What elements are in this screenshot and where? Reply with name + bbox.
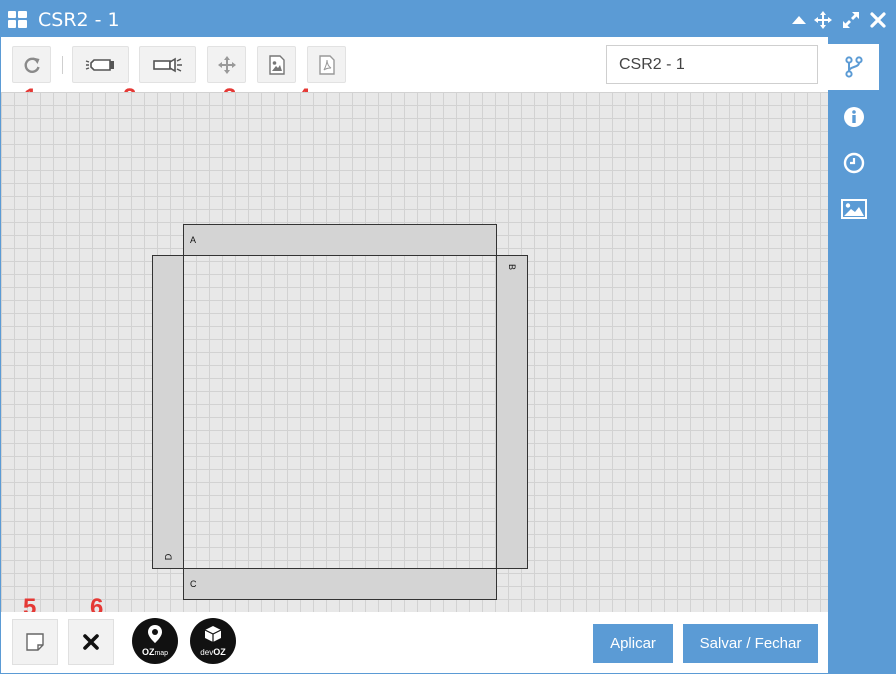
- side-c-label: C: [190, 579, 197, 589]
- close-icon[interactable]: [868, 10, 888, 30]
- picture-icon: [840, 199, 867, 219]
- main-content: 1 2 3 4 A B C D 5 6: [1, 37, 828, 673]
- close-icon: [83, 634, 99, 650]
- side-a-label: A: [190, 235, 197, 245]
- export-pdf-button[interactable]: [307, 46, 346, 83]
- window: CSR2 - 1 CSR2 - 1 A B C D 5 6 OZmap devO…: [0, 0, 896, 674]
- history-clock-icon: [843, 152, 864, 174]
- flashlight-off-icon: [152, 57, 182, 72]
- image-export-icon: [268, 54, 285, 75]
- center-view-button[interactable]: [207, 46, 246, 83]
- side-b-label: B: [507, 263, 518, 271]
- lamp-off-button[interactable]: [139, 46, 196, 83]
- window-title: CSR2 - 1: [38, 9, 120, 31]
- drawing-canvas[interactable]: A B C D: [1, 92, 828, 612]
- move-icon[interactable]: [813, 10, 833, 30]
- map-pin-icon: [148, 625, 162, 643]
- title-bar: CSR2 - 1: [0, 0, 896, 40]
- info-icon: [843, 107, 864, 127]
- export-image-button[interactable]: [257, 46, 296, 83]
- save-close-button[interactable]: Salvar / Fechar: [683, 624, 818, 663]
- side-d-label: D: [163, 553, 174, 561]
- ozmap-logo-text: OZmap: [141, 647, 169, 657]
- ozmap-logo[interactable]: OZmap: [132, 618, 178, 664]
- crosshair-move-icon: [217, 55, 236, 74]
- footer: OZmap devOZ Aplicar Salvar / Fechar: [1, 612, 828, 673]
- devoz-logo[interactable]: devOZ: [190, 618, 236, 664]
- side-a-bar[interactable]: A: [183, 224, 497, 256]
- apply-button[interactable]: Aplicar: [593, 624, 673, 663]
- note-button[interactable]: [12, 619, 58, 665]
- refresh-button[interactable]: [12, 46, 51, 83]
- sticky-note-icon: [26, 633, 44, 651]
- name-field[interactable]: [606, 45, 818, 84]
- delete-button[interactable]: [68, 619, 114, 665]
- lamp-on-button[interactable]: [72, 46, 129, 83]
- side-b-bar[interactable]: B: [496, 255, 528, 569]
- devoz-logo-text: devOZ: [200, 647, 226, 657]
- side-panel: [828, 37, 896, 674]
- maximize-icon[interactable]: [841, 10, 861, 30]
- tab-connections[interactable]: [828, 44, 879, 90]
- side-d-bar[interactable]: D: [152, 255, 184, 569]
- flashlight-on-icon: [85, 58, 114, 71]
- refresh-icon: [24, 57, 40, 73]
- collapse-up-icon[interactable]: [789, 10, 809, 30]
- tab-history[interactable]: [828, 140, 879, 186]
- center-area: [183, 255, 497, 569]
- tab-info[interactable]: [828, 94, 879, 140]
- side-c-bar[interactable]: C: [183, 568, 497, 600]
- grid-apps-icon: [8, 11, 27, 28]
- branch-icon: [844, 56, 863, 78]
- cube-icon: [204, 626, 222, 642]
- pdf-export-icon: [318, 54, 335, 75]
- tab-pictures[interactable]: [828, 186, 879, 232]
- toolbar-separator: [62, 56, 63, 74]
